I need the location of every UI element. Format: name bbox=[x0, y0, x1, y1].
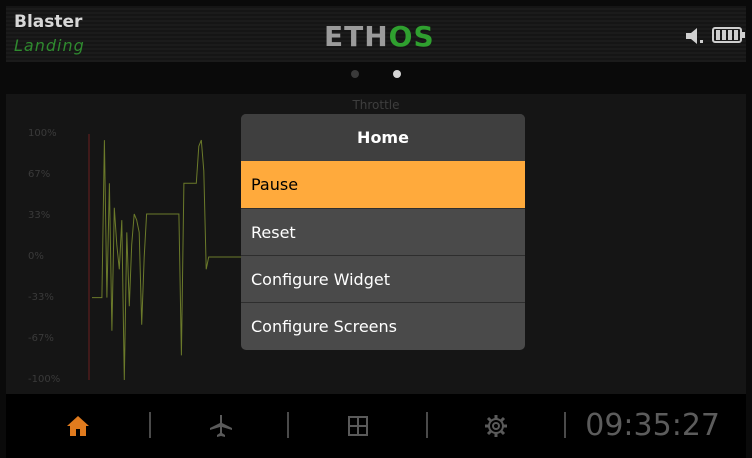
clock: 09:35:27 bbox=[585, 408, 720, 443]
flight-mode: Landing bbox=[14, 36, 85, 55]
top-bar: Blaster Landing ETHOS bbox=[6, 6, 746, 62]
menu-item-pause[interactable]: Pause bbox=[241, 161, 525, 208]
menu-item-configure-widget[interactable]: Configure Widget bbox=[241, 255, 525, 302]
radio-screen: Blaster Landing ETHOS Throttle 100% 67% … bbox=[0, 0, 752, 458]
model-name[interactable]: Blaster bbox=[14, 12, 82, 32]
ethos-logo: ETHOS bbox=[324, 20, 435, 53]
logo-text-part2: OS bbox=[388, 20, 435, 53]
airplane-icon[interactable] bbox=[209, 414, 233, 438]
home-menu-dialog: Home Pause Reset Configure Widget Config… bbox=[241, 114, 525, 350]
page-dot-2[interactable] bbox=[393, 70, 401, 78]
gear-icon[interactable] bbox=[484, 414, 508, 438]
page-indicator bbox=[0, 70, 752, 78]
dialog-title: Home bbox=[241, 114, 525, 161]
separator bbox=[426, 412, 428, 438]
page-dot-1[interactable] bbox=[351, 70, 359, 78]
separator bbox=[149, 412, 151, 438]
bottom-bar: 09:35:27 bbox=[6, 394, 746, 458]
home-icon[interactable] bbox=[66, 414, 90, 438]
menu-item-reset[interactable]: Reset bbox=[241, 208, 525, 255]
menu-item-configure-screens[interactable]: Configure Screens bbox=[241, 302, 525, 349]
separator bbox=[287, 412, 289, 438]
throttle-series-line bbox=[92, 139, 241, 381]
screens-icon[interactable] bbox=[346, 414, 370, 438]
logo-text-part1: ETH bbox=[324, 20, 389, 53]
separator bbox=[564, 412, 566, 438]
speaker-icon[interactable] bbox=[686, 28, 706, 44]
battery-icon[interactable] bbox=[712, 27, 745, 43]
